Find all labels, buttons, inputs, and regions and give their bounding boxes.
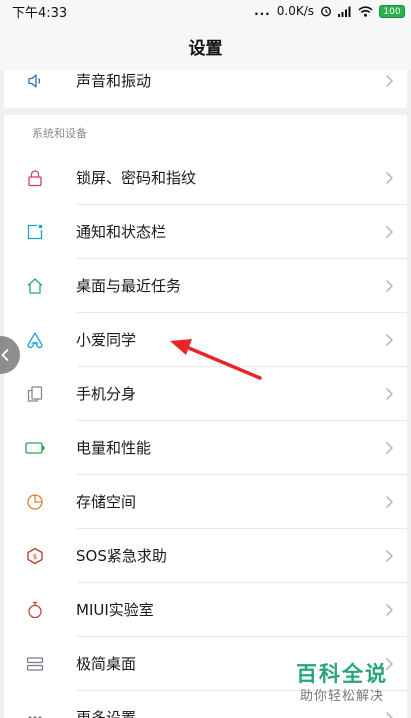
chevron-right-icon [371, 549, 407, 563]
more-icon [4, 708, 76, 718]
settings-item-label: MIUI实验室 [76, 601, 154, 619]
battery-indicator: 100 [379, 4, 405, 18]
lock-icon [4, 168, 76, 188]
signal-icon [338, 6, 351, 17]
settings-item-label: 电量和性能 [76, 439, 152, 457]
settings-item-lockscreen[interactable]: 锁屏、密码和指纹 [4, 151, 407, 205]
dual-phone-icon [4, 384, 76, 404]
settings-item-label: 存储空间 [76, 493, 137, 511]
chevron-right-icon [371, 441, 407, 455]
settings-item-label: 声音和振动 [76, 72, 152, 90]
more-notifications-indicator: ... [254, 4, 271, 18]
section-header: 系统和设备 [32, 127, 87, 140]
flask-icon [4, 600, 76, 620]
battery-icon [4, 438, 76, 458]
chevron-right-icon [371, 225, 407, 239]
speaker-icon [4, 71, 76, 91]
minimal-desktop-icon [4, 654, 76, 674]
storage-pie-icon [4, 492, 76, 512]
chevron-right-icon [371, 333, 407, 347]
sound-settings-card: 声音和振动 [4, 70, 407, 108]
settings-item-home-screen[interactable]: 桌面与最近任务 [4, 259, 407, 313]
settings-item-label: 通知和状态栏 [76, 223, 167, 241]
system-devices-card: 系统和设备 锁屏、密码和指纹 通知和状态栏 桌面与最近任务 小爱同学 手机分身 … [4, 115, 407, 718]
settings-item-sound[interactable]: 声音和振动 [4, 70, 407, 94]
alarm-icon [320, 6, 332, 17]
annotation-arrow [170, 339, 262, 380]
status-bar: 下午4:33 ... 0.0K/s 100 [0, 0, 411, 22]
svg-text:$: $ [33, 553, 37, 561]
settings-item-storage[interactable]: 存储空间 [4, 475, 407, 529]
wifi-icon [358, 5, 373, 17]
chevron-right-icon [371, 74, 407, 88]
notification-icon [4, 222, 76, 242]
chevron-right-icon [371, 603, 407, 617]
chevron-right-icon [371, 171, 407, 185]
page-title-bar: 设置 [0, 22, 411, 70]
chevron-left-icon [1, 348, 9, 362]
chevron-right-icon [371, 387, 407, 401]
status-icons: ... 0.0K/s 100 [254, 4, 405, 18]
settings-item-sos[interactable]: $ SOS紧急求助 [4, 529, 407, 583]
page-title: 设置 [188, 38, 223, 59]
chevron-right-icon [371, 279, 407, 293]
watermark-logo: 百科全说 助你轻松解决 [282, 660, 402, 716]
settings-item-label: 桌面与最近任务 [76, 277, 182, 295]
status-time: 下午4:33 [12, 5, 68, 21]
watermark-title: 百科全说 [296, 662, 388, 686]
settings-item-label: 锁屏、密码和指纹 [76, 169, 197, 187]
settings-item-notifications[interactable]: 通知和状态栏 [4, 205, 407, 259]
settings-item-battery[interactable]: 电量和性能 [4, 421, 407, 475]
chevron-right-icon [371, 495, 407, 509]
home-icon [4, 276, 76, 296]
settings-screen: 下午4:33 ... 0.0K/s 100 设置 声音和振动 系统和设备 锁屏、… [0, 0, 411, 718]
settings-item-label: SOS紧急求助 [76, 547, 167, 565]
watermark-subtitle: 助你轻松解决 [299, 689, 384, 704]
sos-icon: $ [4, 546, 76, 566]
network-speed: 0.0K/s [276, 4, 314, 18]
settings-item-miui-lab[interactable]: MIUI实验室 [4, 583, 407, 637]
